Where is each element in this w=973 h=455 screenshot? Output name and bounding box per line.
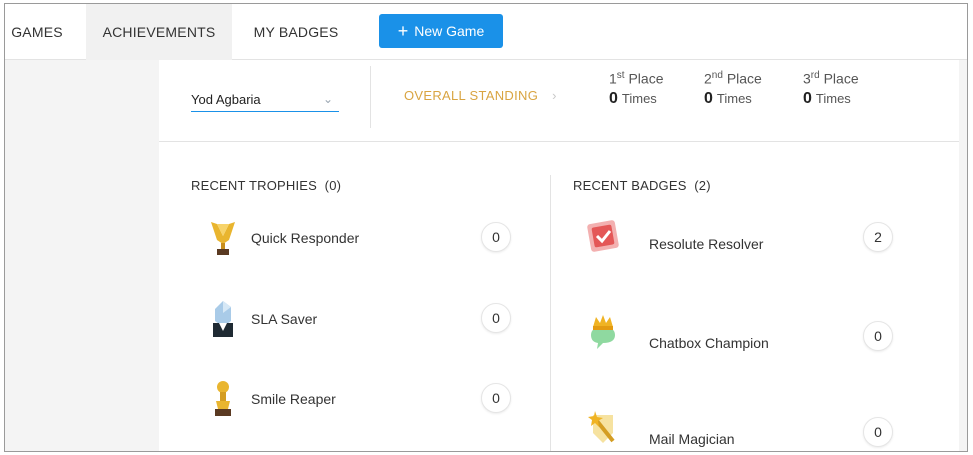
tab-my-badges[interactable]: MY BADGES — [245, 4, 347, 60]
badge-row[interactable]: Chatbox Champion 0 — [583, 313, 903, 353]
place-count: 0 — [609, 89, 618, 107]
place-label: Place — [628, 70, 664, 87]
first-place-stat: 1st Place 0 Times — [609, 70, 689, 108]
red-shield-badge-icon — [587, 220, 619, 252]
trophy-name: SLA Saver — [251, 311, 318, 327]
trophy-row[interactable]: Quick Responder 0 — [203, 218, 513, 258]
standing-bar: Yod Agbaria ⌄ OVERALL STANDING › 1st Plac… — [159, 60, 959, 142]
badge-row[interactable]: Mail Magician 0 — [583, 407, 903, 447]
agent-select-value: Yod Agbaria — [191, 92, 261, 107]
agent-select[interactable]: Yod Agbaria ⌄ — [191, 90, 339, 112]
place-rank: 1 — [609, 70, 617, 87]
chevron-down-icon: ⌄ — [322, 92, 333, 106]
chevron-right-icon: › — [552, 88, 557, 103]
place-count: 0 — [704, 89, 713, 107]
section-count: (0) — [324, 178, 342, 193]
column-divider — [550, 175, 551, 451]
badge-count: 0 — [863, 321, 893, 351]
new-game-button[interactable]: + New Game — [379, 14, 503, 48]
trophy-count: 0 — [481, 222, 511, 252]
place-count: 0 — [803, 89, 812, 107]
second-place-stat: 2nd Place 0 Times — [704, 70, 784, 108]
place-label: Place — [823, 70, 859, 87]
third-place-stat: 3rd Place 0 Times — [803, 70, 883, 108]
badge-row[interactable]: Resolute Resolver 2 — [583, 218, 903, 258]
section-title: RECENT BADGES — [573, 178, 687, 193]
tab-achievements[interactable]: ACHIEVEMENTS — [86, 4, 232, 60]
place-suffix: st — [616, 70, 625, 81]
place-unit: Times — [815, 90, 851, 106]
place-unit: Times — [621, 90, 657, 106]
badge-name: Chatbox Champion — [649, 335, 769, 351]
trophy-row[interactable]: SLA Saver 0 — [203, 299, 513, 339]
section-title: RECENT TROPHIES — [191, 178, 318, 193]
gold-cup-trophy-icon — [215, 381, 231, 416]
place-rank: 2 — [704, 70, 712, 87]
badge-name: Resolute Resolver — [649, 236, 764, 252]
overall-standing-link[interactable]: OVERALL STANDING › — [404, 88, 557, 103]
badge-count: 2 — [863, 222, 893, 252]
trophy-name: Quick Responder — [251, 230, 360, 246]
top-navigation: GAMES ACHIEVEMENTS MY BADGES + New Game — [5, 4, 967, 60]
place-suffix: nd — [711, 70, 723, 81]
divider — [370, 66, 371, 128]
place-unit: Times — [716, 90, 752, 106]
gold-trophy-icon — [211, 222, 235, 255]
magic-wand-badge-icon — [588, 411, 615, 443]
crystal-trophy-icon — [213, 301, 233, 337]
plus-icon: + — [397, 21, 409, 41]
place-suffix: rd — [810, 70, 820, 81]
crown-chat-badge-icon — [591, 315, 615, 349]
achievements-panel: Yod Agbaria ⌄ OVERALL STANDING › 1st Plac… — [159, 60, 959, 451]
overall-standing-label: OVERALL STANDING — [404, 88, 539, 103]
trophy-count: 0 — [481, 303, 511, 333]
recent-trophies-title: RECENT TROPHIES (0) — [191, 178, 341, 193]
section-count: (2) — [694, 178, 711, 193]
trophy-name: Smile Reaper — [251, 391, 336, 407]
recent-badges-title: RECENT BADGES (2) — [573, 178, 711, 193]
new-game-label: New Game — [414, 23, 485, 39]
badge-name: Mail Magician — [649, 431, 735, 447]
trophy-count: 0 — [481, 383, 511, 413]
app-window: GAMES ACHIEVEMENTS MY BADGES + New Game Y… — [4, 3, 968, 452]
trophy-row[interactable]: Smile Reaper 0 — [203, 379, 513, 419]
tab-games[interactable]: GAMES — [5, 4, 69, 60]
place-rank: 3 — [803, 70, 811, 87]
badge-count: 0 — [863, 417, 893, 447]
place-label: Place — [726, 70, 762, 87]
